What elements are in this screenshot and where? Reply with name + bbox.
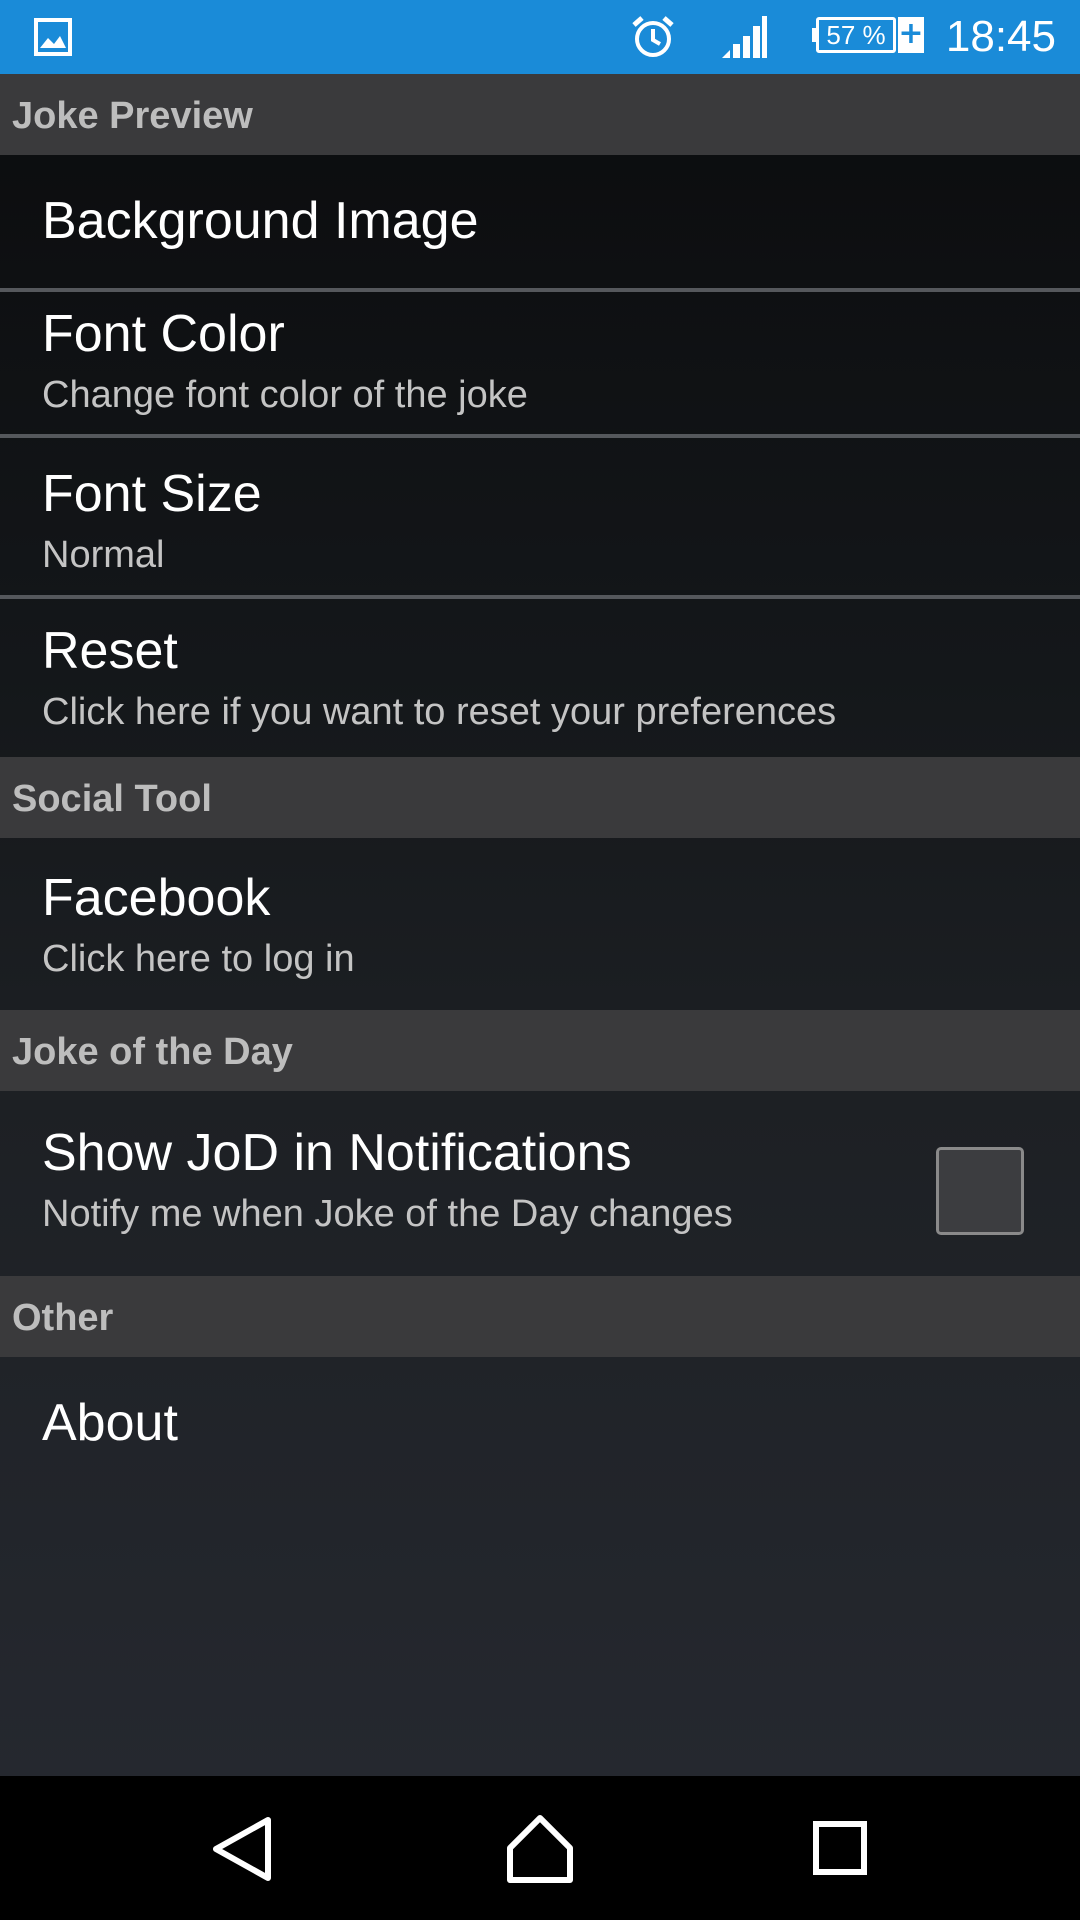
recents-icon[interactable] xyxy=(800,1814,880,1884)
alarm-icon xyxy=(632,16,674,57)
back-icon[interactable] xyxy=(202,1814,282,1884)
pref-title: Background Image xyxy=(42,192,479,250)
pref-title: Font Size xyxy=(42,465,262,523)
pref-font-size[interactable]: Font Size Normal xyxy=(0,438,1080,592)
signal-icon xyxy=(722,16,767,58)
pref-font-color[interactable]: Font Color Change font color of the joke xyxy=(0,292,1080,434)
section-header-joke-of-the-day: Joke of the Day xyxy=(0,1010,1080,1091)
status-bar: 57 % + 18:45 xyxy=(0,0,1080,74)
section-header-social-tool: Social Tool xyxy=(0,757,1080,838)
pref-summary: Normal xyxy=(42,534,165,576)
pref-facebook[interactable]: Facebook Click here to log in xyxy=(0,838,1080,1011)
pref-reset[interactable]: Reset Click here if you want to reset yo… xyxy=(0,599,1080,755)
battery-level: 57 % xyxy=(826,20,886,50)
navigation-bar xyxy=(0,1776,1080,1920)
pref-summary: Click here if you want to reset your pre… xyxy=(42,691,837,733)
pref-summary: Change font color of the joke xyxy=(42,374,528,416)
gallery-icon xyxy=(34,18,72,56)
preferences-list: Joke Preview Background Image Font Color… xyxy=(0,74,1080,1776)
pref-background-image[interactable]: Background Image xyxy=(0,155,1080,287)
pref-title: Facebook xyxy=(42,869,271,927)
pref-summary: Notify me when Joke of the Day changes xyxy=(42,1193,733,1235)
pref-title: Show JoD in Notifications xyxy=(42,1124,632,1182)
status-clock: 18:45 xyxy=(945,12,1056,61)
section-header-other: Other xyxy=(0,1276,1080,1357)
pref-summary: Click here to log in xyxy=(42,938,355,980)
pref-title: Font Color xyxy=(42,305,285,363)
charging-icon: + xyxy=(898,16,924,53)
battery-icon: 57 % + xyxy=(812,17,924,55)
jod-notifications-checkbox[interactable] xyxy=(936,1147,1024,1235)
section-header-joke-preview: Joke Preview xyxy=(0,74,1080,155)
pref-show-jod-notifications[interactable]: Show JoD in Notifications Notify me when… xyxy=(0,1091,1080,1274)
pref-title: About xyxy=(42,1394,178,1452)
pref-about[interactable]: About xyxy=(0,1357,1080,1497)
home-icon[interactable] xyxy=(500,1814,580,1884)
pref-title: Reset xyxy=(42,622,178,680)
